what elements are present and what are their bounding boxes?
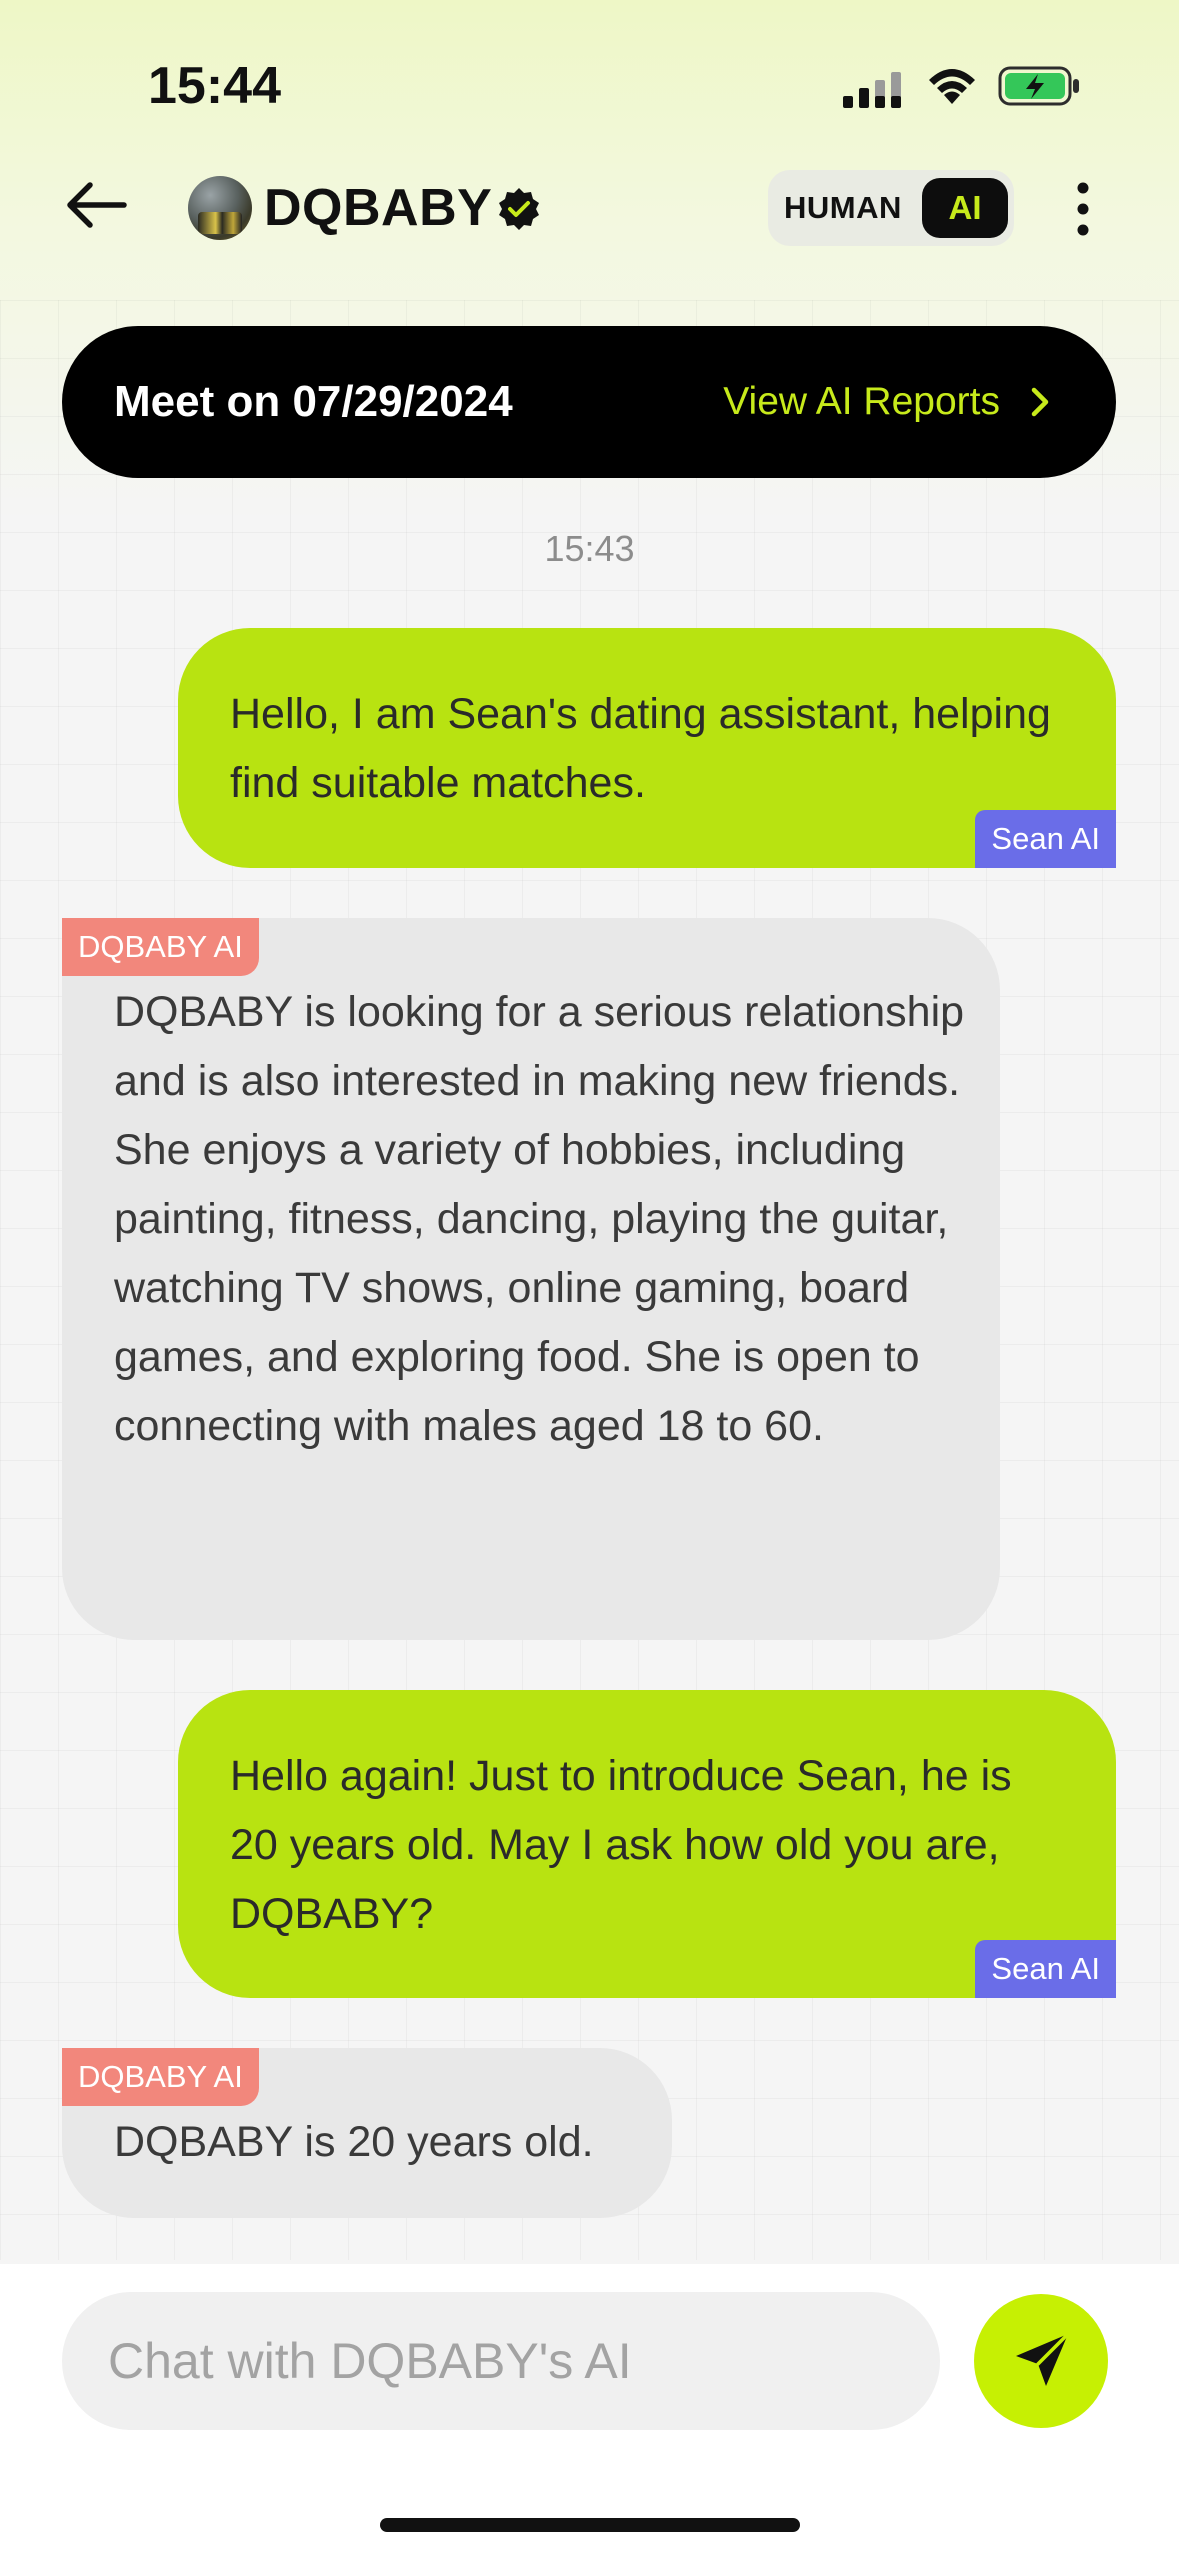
wifi-icon	[929, 69, 975, 104]
outgoing-message: Hello, I am Sean's dating assistant, hel…	[178, 628, 1116, 868]
mode-toggle[interactable]: HUMAN AI	[768, 170, 1014, 246]
contact-name: DQBABY	[264, 179, 493, 237]
mode-human-option[interactable]: HUMAN	[784, 170, 902, 246]
back-arrow-icon[interactable]	[62, 180, 128, 230]
chat-input[interactable]	[62, 2292, 940, 2430]
more-vertical-icon[interactable]	[1066, 176, 1100, 242]
meet-date-text: Meet on 07/29/2024	[114, 377, 513, 426]
message-text: DQBABY is 20 years old.	[114, 2118, 594, 2166]
view-ai-reports-link[interactable]: View AI Reports	[723, 326, 1000, 478]
signal-icon	[843, 72, 901, 108]
mode-ai-option[interactable]: AI	[922, 178, 1008, 238]
chat-screen: 15:44 DQBABY HUMAN AI Meet on 07/29/2024…	[0, 0, 1179, 2556]
meet-banner[interactable]: Meet on 07/29/2024 View AI Reports	[62, 326, 1116, 478]
home-indicator[interactable]	[380, 2518, 800, 2532]
avatar[interactable]	[188, 176, 252, 240]
battery-charging-icon	[998, 66, 1079, 106]
verified-badge-icon	[499, 188, 539, 230]
outgoing-message: Hello again! Just to introduce Sean, he …	[178, 1690, 1116, 1998]
send-icon	[1016, 2332, 1070, 2386]
sender-tag: Sean AI	[975, 1940, 1116, 1998]
sender-tag: Sean AI	[975, 810, 1116, 868]
message-text: Hello, I am Sean's dating assistant, hel…	[230, 690, 1051, 807]
send-button[interactable]	[974, 2294, 1108, 2428]
sender-tag: DQBABY AI	[62, 918, 259, 976]
incoming-message: DQBABY AI DQBABY is looking for a seriou…	[62, 918, 1000, 1640]
incoming-message: DQBABY AI DQBABY is 20 years old.	[62, 2048, 672, 2218]
message-text: Hello again! Just to introduce Sean, he …	[230, 1752, 1012, 1938]
sender-tag: DQBABY AI	[62, 2048, 259, 2106]
chat-timestamp: 15:43	[544, 528, 635, 569]
chevron-right-icon	[1031, 387, 1049, 417]
message-text: DQBABY is looking for a serious relation…	[114, 988, 965, 1450]
composer-bar	[0, 2264, 1179, 2556]
status-time: 15:44	[148, 57, 281, 115]
